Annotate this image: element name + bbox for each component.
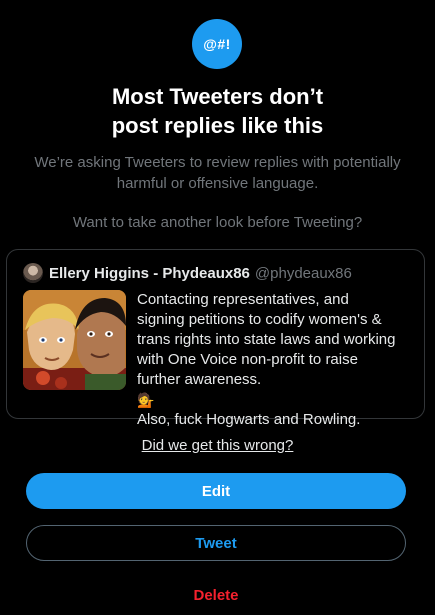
- user-handle: @phydeaux86: [254, 264, 352, 282]
- review-question: Want to take another look before Tweetin…: [72, 214, 363, 231]
- delete-button[interactable]: Delete: [26, 577, 406, 613]
- badge-label: @#!: [203, 36, 231, 52]
- display-name: Ellery Higgins - Phydeaux86: [49, 264, 250, 282]
- avatar: [23, 263, 43, 283]
- tweet-preview-card: Ellery Higgins - Phydeaux86 @phydeaux86: [6, 249, 425, 428]
- tweet-text: Contacting representatives, and signing …: [137, 290, 417, 430]
- title-line-1: Most Tweeters don’t: [111, 84, 324, 109]
- tweet-header: Ellery Higgins - Phydeaux86 @phydeaux86: [23, 261, 352, 285]
- tweet-line: signing petitions to codify women's &: [137, 311, 382, 328]
- page-title: Most Tweeters don’t post replies like th…: [0, 82, 435, 140]
- title-line-2: post replies like this: [111, 113, 324, 138]
- tweet-line: further awareness.: [137, 371, 262, 388]
- edit-button[interactable]: Edit: [26, 473, 406, 509]
- tweet-line: Contacting representatives, and: [137, 291, 349, 308]
- tweet-line-with-emoji: further awareness. 💁: [137, 370, 417, 410]
- tweet-line: Also, fuck Hogwarts and Rowling.: [137, 411, 361, 428]
- tweet-media-image: [23, 290, 126, 390]
- tweet-line: trans rights into state laws and working: [137, 331, 396, 348]
- tweet-button[interactable]: Tweet: [26, 525, 406, 561]
- tweet-line: with One Voice non-profit to raise: [137, 351, 358, 368]
- warning-badge-icon: @#!: [192, 19, 242, 69]
- subtitle: We’re asking Tweeters to review replies …: [34, 154, 401, 192]
- feedback-link[interactable]: Did we get this wrong?: [0, 437, 435, 454]
- person-tipping-hand-emoji-icon: 💁: [137, 392, 155, 408]
